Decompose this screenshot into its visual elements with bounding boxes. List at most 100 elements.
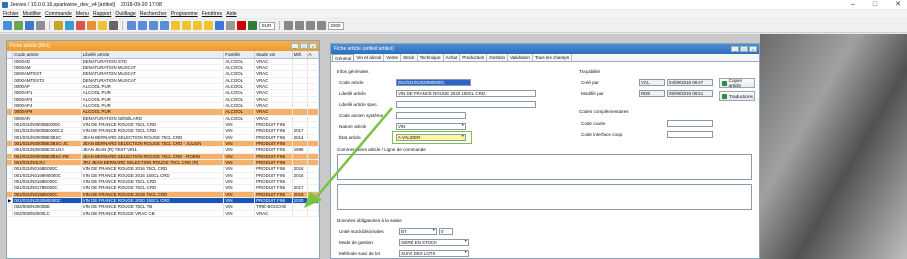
menu-fichier[interactable]: Fichier — [3, 11, 19, 17]
minimize-icon[interactable]: – — [851, 0, 855, 9]
cree-date-field: 04/09/2018 09:47 — [667, 79, 713, 86]
cree-par-field: VCL — [639, 79, 665, 86]
tab-gestion[interactable]: Gestion — [487, 54, 509, 61]
minimize-icon[interactable]: _ — [291, 43, 299, 49]
copy-article-button[interactable]: Copier article — [719, 78, 755, 88]
tool3-icon[interactable] — [305, 21, 315, 30]
table-row[interactable]: 001/031/N0000BE3BSC JEAN BERNARD SELECTIO… — [7, 134, 320, 141]
ancien-code-field[interactable] — [396, 112, 466, 119]
open-icon[interactable] — [14, 21, 23, 30]
tab-technique[interactable]: Technique — [418, 54, 444, 61]
copy-icon[interactable] — [65, 21, 74, 30]
menu-rechercher[interactable]: Rechercher — [140, 11, 167, 17]
first-record-icon[interactable] — [171, 21, 180, 30]
table-cell — [307, 210, 320, 218]
mode-gestion-select[interactable]: GÉRÉ EN STOCK — [399, 239, 469, 246]
lock-icon[interactable] — [98, 21, 107, 30]
tab-production[interactable]: Production — [460, 54, 488, 61]
table-row[interactable]: 001/031/N0000BE3BSC-JC JEAN BERNARD SELEC… — [7, 140, 320, 148]
close-icon[interactable]: × — [749, 46, 757, 52]
column-header[interactable]: Famille — [223, 51, 256, 59]
column-header[interactable]: Mill. — [292, 51, 308, 59]
sort-asc-icon[interactable] — [138, 21, 147, 30]
tool4-icon[interactable] — [316, 21, 326, 30]
undo-icon[interactable] — [87, 21, 96, 30]
table-row[interactable]: 002/000/N0000LC VIN DE FRANCE ROUGE VRAC … — [7, 210, 320, 218]
tab-general[interactable]: Général — [332, 54, 355, 61]
code-article-field[interactable]: 001/031/N2020M0000C — [396, 79, 471, 86]
codes-section-title: Codes complémentaires — [579, 109, 629, 114]
translations-button[interactable]: Traductions — [719, 91, 755, 101]
tab-vente[interactable]: Vente — [384, 54, 402, 61]
filter-icon[interactable] — [127, 21, 136, 30]
save-icon[interactable] — [25, 21, 34, 30]
tab-validation[interactable]: Validation — [508, 54, 533, 61]
settings-icon[interactable] — [226, 21, 235, 30]
detail-tabs: Général Vin et alcool Vente Stock Techni… — [331, 54, 759, 62]
menu-fenetres[interactable]: Fenêtres — [202, 11, 222, 17]
unite-stock-label: Unité stock/décimales — [339, 229, 384, 234]
tool-icon[interactable] — [283, 21, 293, 30]
tab-tous-champs[interactable]: Tous les champs — [533, 54, 573, 61]
sort-desc-icon[interactable] — [149, 21, 158, 30]
table-row[interactable]: 001/031/N0000BE3BSC-RE JEAN BERNARD SELEC… — [7, 153, 320, 161]
translations-label: Traductions — [729, 93, 753, 99]
restore-icon[interactable]: □ — [740, 46, 748, 52]
general-section-title: Infos générales — [337, 69, 369, 74]
delete-icon[interactable] — [76, 21, 85, 30]
table-row[interactable]: 001/031/N0169M0000C VIN DE FRANCE ROUGE 2… — [7, 172, 320, 180]
unite-stock-select[interactable]: BT — [399, 228, 437, 235]
tab-stock[interactable]: Stock — [401, 54, 418, 61]
menu-modifier[interactable]: Modifier — [23, 11, 41, 17]
minimize-icon[interactable]: _ — [731, 46, 739, 52]
prev-record-icon[interactable] — [182, 21, 191, 30]
nature-article-select[interactable]: VIN — [396, 123, 466, 130]
currency-select[interactable]: EUR — [259, 21, 275, 30]
new-icon[interactable] — [3, 21, 12, 30]
modifie-par-field: RDE — [639, 90, 665, 97]
table-row[interactable]: ▶ 001/031/N2020M0000C VIN DE FRANCE ROUGE … — [7, 197, 320, 205]
code-cuvee-field[interactable] — [667, 120, 713, 127]
euro-icon[interactable] — [248, 21, 257, 30]
restore-icon[interactable]: □ — [300, 43, 308, 49]
column-header[interactable]: Stade vin — [254, 51, 293, 59]
menu-programme[interactable]: Programme — [171, 11, 198, 17]
detail-window-titlebar: Fiche article (artikel:artikel) _ □ × — [331, 44, 759, 54]
article-list-window: Fiche article (841) _ □ × Code article Lib… — [6, 40, 320, 259]
menu-aide[interactable]: Aide — [226, 11, 236, 17]
menu-commande[interactable]: Commande — [45, 11, 72, 17]
annotation-arrow — [304, 107, 393, 208]
edit-icon[interactable] — [54, 21, 63, 30]
code-interface-field[interactable] — [667, 131, 713, 138]
tab-achat[interactable]: Achat — [444, 54, 461, 61]
maximize-icon[interactable]: □ — [873, 0, 877, 9]
close-icon[interactable]: × — [309, 43, 317, 49]
tool2-icon[interactable] — [294, 21, 304, 30]
stop-icon[interactable] — [237, 21, 246, 30]
year-select[interactable]: 2000 — [327, 21, 344, 30]
close-icon[interactable]: ✕ — [895, 0, 901, 9]
table-cell: VIN — [223, 210, 256, 218]
libelle-spec-field[interactable] — [396, 101, 536, 108]
table-cell — [292, 210, 308, 218]
menu-outillage[interactable]: Outillage — [115, 11, 135, 17]
libelle-article-field[interactable]: VIN DE FRANCE ROUGE 2020 150CL CRD. — [396, 90, 536, 97]
columns-icon[interactable] — [160, 21, 169, 30]
article-table: Code article Libellé article Famille Sta… — [7, 51, 320, 218]
menu-rapport[interactable]: Rapport — [93, 11, 111, 17]
decimales-field[interactable]: 0 — [439, 228, 453, 235]
find-icon[interactable] — [109, 21, 118, 30]
column-header[interactable]: Code article — [12, 51, 82, 59]
methode-lot-select[interactable]: SUIVI DES LOTS — [399, 250, 469, 257]
print-icon[interactable] — [36, 21, 45, 30]
next-record-icon[interactable] — [193, 21, 202, 30]
article-table-body: 0000AD DENATURATION STD ALCOOL VRAC 0000AM DE… — [7, 58, 320, 218]
tab-vin-alcool[interactable]: Vin et alcool — [354, 54, 385, 61]
last-record-icon[interactable] — [204, 21, 213, 30]
menu-menu[interactable]: Menu — [76, 11, 89, 17]
refresh-icon[interactable] — [215, 21, 224, 30]
table-row[interactable]: 001/031/N0198E000C VIN DE FRANCE ROUGE 20… — [7, 191, 320, 199]
column-header[interactable]: Libellé article — [81, 51, 225, 59]
column-header[interactable]: A — [307, 51, 320, 59]
table-row[interactable]: 001/031/N0168E000C VIN DE FRANCE ROUGE 20… — [7, 165, 320, 173]
